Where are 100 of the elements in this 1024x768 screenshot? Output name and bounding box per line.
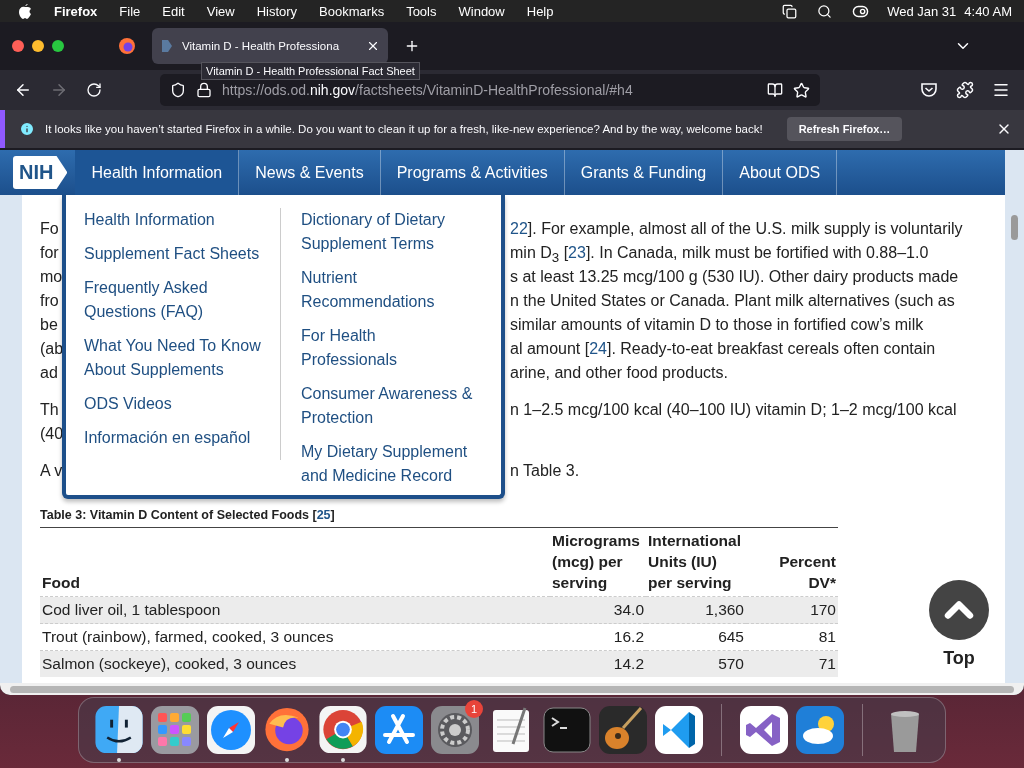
table-cell: 170 — [746, 596, 838, 624]
menu-item[interactable]: File — [119, 3, 141, 19]
pocket-icon[interactable] — [920, 81, 938, 99]
bookmark-star-icon[interactable] — [793, 81, 810, 99]
dropdown-link[interactable]: Nutrient Recommendations — [301, 266, 496, 314]
dropdown-link[interactable]: What You Need To Know About Supplements — [84, 334, 280, 382]
info-icon — [19, 121, 35, 137]
code-editor-icon[interactable] — [653, 704, 705, 756]
cloud-sun-icon[interactable] — [794, 704, 846, 756]
running-indicator — [341, 758, 345, 762]
terminal-icon[interactable] — [541, 704, 593, 756]
refresh-button[interactable]: Refresh Firefox… — [786, 117, 903, 141]
site-logo[interactable]: NIH — [13, 156, 68, 189]
zoom-window-button[interactable] — [52, 40, 64, 52]
lock-icon[interactable] — [196, 82, 212, 98]
citation-link[interactable]: 25 — [316, 508, 331, 522]
menu-item[interactable]: History — [256, 3, 298, 19]
paragraph-text: min D$_{3}$ [23]. In Canada, milk must be fortified with 0.88–1.0 — [510, 243, 929, 268]
paragraph-text: Th — [40, 400, 59, 420]
dropdown-link[interactable]: Dictionary of Dietary Supplement Terms — [301, 208, 496, 256]
paragraph-text: n Table 3. — [510, 461, 580, 481]
paragraph-text: arine, and other food products. — [510, 363, 728, 383]
column-header: Micrograms (mcg) per serving — [550, 528, 646, 597]
paragraph-text: 22]. For example, almost all of the U.S. milk supply is voluntarily — [510, 219, 963, 239]
close-tab-icon[interactable] — [366, 39, 380, 53]
apps-icon[interactable] — [373, 704, 425, 756]
dropdown-link[interactable]: Frequently Asked Questions (FAQ) — [84, 276, 280, 324]
paragraph-text: be — [40, 315, 58, 335]
paragraph-text: (ab — [40, 339, 64, 359]
dropdown-link[interactable]: Health Information — [84, 208, 280, 232]
guitar-icon[interactable] — [597, 704, 649, 756]
app-grid-icon[interactable] — [149, 704, 201, 756]
menu-item[interactable]: Help — [526, 3, 554, 19]
scrollbar-thumb[interactable] — [1011, 215, 1018, 240]
menu-item[interactable]: Bookmarks — [319, 3, 385, 19]
table-cell: 71 — [746, 650, 838, 677]
table-cell: 570 — [646, 650, 746, 677]
url-text[interactable]: https://ods.od.nih.gov/factsheets/VitaminD-HealthProfessional/#h4 — [222, 82, 757, 98]
dropdown-link[interactable]: Consumer Awareness & Protection — [301, 382, 496, 430]
tab-tooltip: Vitamin D - Health Professional Fact Sheet — [201, 62, 420, 80]
paragraph-text: A v — [40, 461, 63, 481]
nav-item[interactable]: Health Information — [75, 150, 240, 195]
shield-icon[interactable] — [170, 82, 186, 98]
scrollbar-thumb[interactable] — [10, 685, 1014, 693]
paragraph-text: s at least 13.25 mcg/100 g (530 IU). Other dairy products made — [510, 267, 959, 287]
running-indicator — [285, 758, 289, 762]
dropdown-link[interactable]: For Health Professionals — [301, 324, 496, 372]
windows-icon[interactable] — [782, 3, 798, 19]
minimize-window-button[interactable] — [32, 40, 44, 52]
back-icon[interactable] — [14, 81, 32, 99]
running-indicator — [117, 758, 121, 762]
paragraph-text: similar amounts of vitamin D to those in fortified cow’s milk — [510, 315, 924, 335]
app-menu[interactable]: Firefox — [54, 3, 98, 19]
ide-icon[interactable] — [738, 704, 790, 756]
new-tab-icon[interactable] — [404, 38, 420, 54]
column-header: International Units (IU) per serving — [646, 528, 746, 597]
menu-item[interactable]: View — [206, 3, 235, 19]
menu-item[interactable]: Edit — [162, 3, 185, 19]
table-cell: 16.2 — [550, 623, 646, 651]
compass-icon[interactable] — [205, 704, 257, 756]
menu-item[interactable]: Window — [458, 3, 505, 19]
menu-icon[interactable] — [992, 81, 1010, 99]
paragraph-text: Fo — [40, 219, 59, 239]
gear-icon[interactable] — [429, 704, 481, 756]
back-to-top-label[interactable]: Top — [943, 648, 975, 669]
menu-time[interactable]: 4:40 AM — [964, 3, 1012, 19]
citation-link[interactable]: 22 — [510, 220, 528, 237]
table-caption: Table 3: Vitamin D Content of Selected Foods [25] — [40, 508, 335, 522]
notification-text: It looks like you haven’t started Firefox in a while. Do you want to clean it up for a fresh, like-new experience? And by the way, welcome back! — [45, 123, 763, 135]
table-cell: Trout (rainbow), farmed, cooked, 3 ounces — [40, 623, 550, 651]
table-cell: 1,360 — [646, 596, 746, 624]
table-cell: 34.0 — [550, 596, 646, 624]
paragraph-text: n the United States or Canada. Plant milk alternatives (such as — [510, 291, 955, 311]
paragraph-text: for — [40, 243, 59, 263]
dropdown-link[interactable]: My Dietary Supplement and Medicine Record — [301, 440, 496, 488]
apple-logo-icon[interactable] — [18, 3, 32, 19]
table-cell: 645 — [646, 623, 746, 651]
citation-link[interactable]: 24 — [589, 340, 607, 357]
menu-item[interactable]: Tools — [406, 3, 437, 19]
dropdown-link[interactable]: Información en español — [84, 426, 280, 450]
citation-link[interactable]: 23 — [568, 244, 586, 261]
smiling-face-icon[interactable] — [93, 704, 145, 756]
address-bar[interactable]: https://ods.od.nih.gov/factsheets/VitaminD-HealthProfessional/#h4 — [160, 74, 820, 106]
table-cell: Cod liver oil, 1 tablespoon — [40, 596, 550, 624]
table-cell: Salmon (sockeye), cooked, 3 ounces — [40, 650, 550, 677]
browser-tab[interactable]: Vitamin D - Health Professiona — [152, 28, 388, 64]
dropdown-link[interactable]: Supplement Fact Sheets — [84, 242, 280, 266]
table-cell: 14.2 — [550, 650, 646, 677]
browser-tab-icon[interactable] — [118, 37, 136, 55]
reload-icon[interactable] — [86, 82, 102, 98]
paragraph-text: n 1–2.5 mcg/100 kcal (40–100 IU) vitamin D; 1–2 mcg/100 kcal — [510, 400, 957, 420]
paragraph-text: mo — [40, 267, 63, 287]
close-window-button[interactable] — [12, 40, 24, 52]
notification-badge: 1 — [465, 700, 483, 718]
menu-date[interactable]: Wed Jan 31 — [887, 3, 957, 19]
paragraph-text: (40 — [40, 424, 64, 444]
search-icon[interactable] — [817, 3, 833, 19]
extensions-icon[interactable] — [956, 81, 974, 99]
reader-view-icon[interactable] — [767, 82, 783, 98]
dropdown-link[interactable]: ODS Videos — [84, 392, 280, 416]
